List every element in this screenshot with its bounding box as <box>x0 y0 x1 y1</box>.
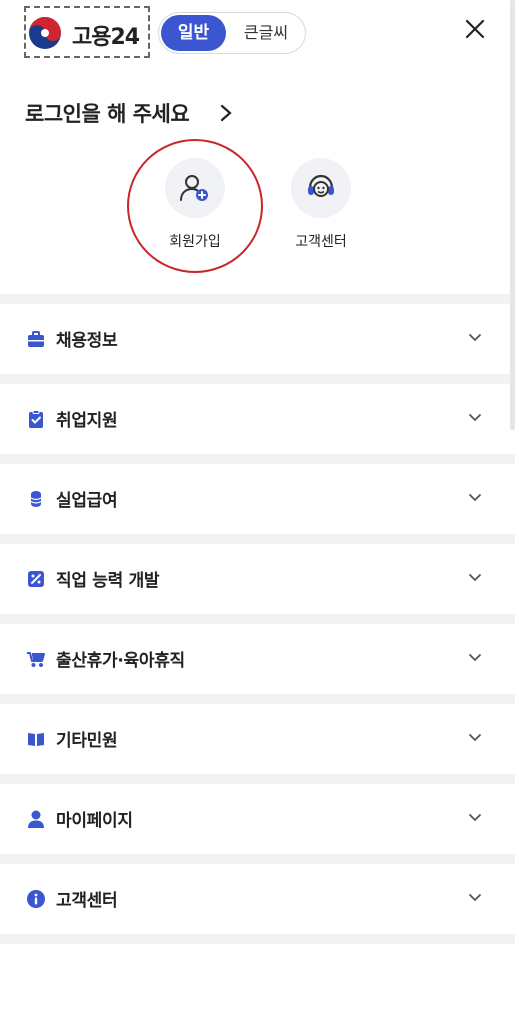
menu-label: 고객센터 <box>56 891 118 911</box>
customer-center-button[interactable]: 고객센터 <box>266 158 376 268</box>
menu-label: 채용정보 <box>56 331 118 351</box>
section-divider <box>0 934 515 944</box>
taegeuk-icon <box>29 17 61 49</box>
menu-item-customer-center[interactable]: 고객센터 <box>0 854 515 934</box>
menu-item-jobs[interactable]: 채용정보 <box>0 294 515 374</box>
font-large-option[interactable]: 큰글씨 <box>229 15 303 51</box>
coins-icon <box>30 491 42 507</box>
book-icon <box>28 733 44 746</box>
menu-item-employment-support[interactable]: 취업지원 <box>0 374 515 454</box>
signup-label: 회원가입 <box>169 234 221 250</box>
certificate-icon <box>28 571 44 587</box>
stroller-icon <box>27 652 45 667</box>
login-link[interactable]: 로그인을 해 주세요 <box>25 98 232 128</box>
headset-icon <box>308 174 334 197</box>
person-icon <box>28 810 44 828</box>
app-header: 고용24 일반 큰글씨 <box>0 0 515 64</box>
menu-label: 기타민원 <box>56 731 118 751</box>
menu-label: 실업급여 <box>56 491 118 511</box>
menu-item-unemployment-benefits[interactable]: 실업급여 <box>0 454 515 534</box>
menu-item-other-civil-services[interactable]: 기타민원 <box>0 694 515 774</box>
menu-item-my-page[interactable]: 마이페이지 <box>0 774 515 854</box>
font-size-toggle: 일반 큰글씨 <box>158 12 306 54</box>
scrollbar[interactable] <box>510 0 515 430</box>
chevron-right-icon <box>220 104 232 122</box>
font-normal-option[interactable]: 일반 <box>161 15 226 51</box>
menu-item-parental-leave[interactable]: 출산휴가·육아휴직 <box>0 614 515 694</box>
menu-label: 출산휴가·육아휴직 <box>56 651 185 671</box>
menu-label: 마이페이지 <box>56 811 133 831</box>
user-add-icon <box>180 175 208 201</box>
gov-logo[interactable]: 고용24 <box>24 6 150 58</box>
briefcase-icon <box>28 331 44 347</box>
menu-label: 직업 능력 개발 <box>56 571 160 591</box>
signup-icon-circle <box>165 158 225 218</box>
clipboard-check-icon <box>29 410 43 428</box>
chevron-down-icon <box>469 654 481 662</box>
chevron-down-icon <box>469 574 481 582</box>
chevron-down-icon <box>469 894 481 902</box>
menu-item-vocational-training[interactable]: 직업 능력 개발 <box>0 534 515 614</box>
chevron-down-icon <box>469 734 481 742</box>
info-icon <box>27 890 45 908</box>
support-label: 고객센터 <box>295 234 347 250</box>
login-label: 로그인을 해 주세요 <box>25 102 190 126</box>
close-icon[interactable] <box>460 14 490 44</box>
chevron-down-icon <box>469 814 481 822</box>
logo-text: 고용24 <box>72 25 140 50</box>
chevron-down-icon <box>469 334 481 342</box>
signup-button[interactable]: 회원가입 <box>140 158 250 268</box>
support-icon-circle <box>291 158 351 218</box>
menu-label: 취업지원 <box>56 411 118 431</box>
chevron-down-icon <box>469 414 481 422</box>
chevron-down-icon <box>469 494 481 502</box>
